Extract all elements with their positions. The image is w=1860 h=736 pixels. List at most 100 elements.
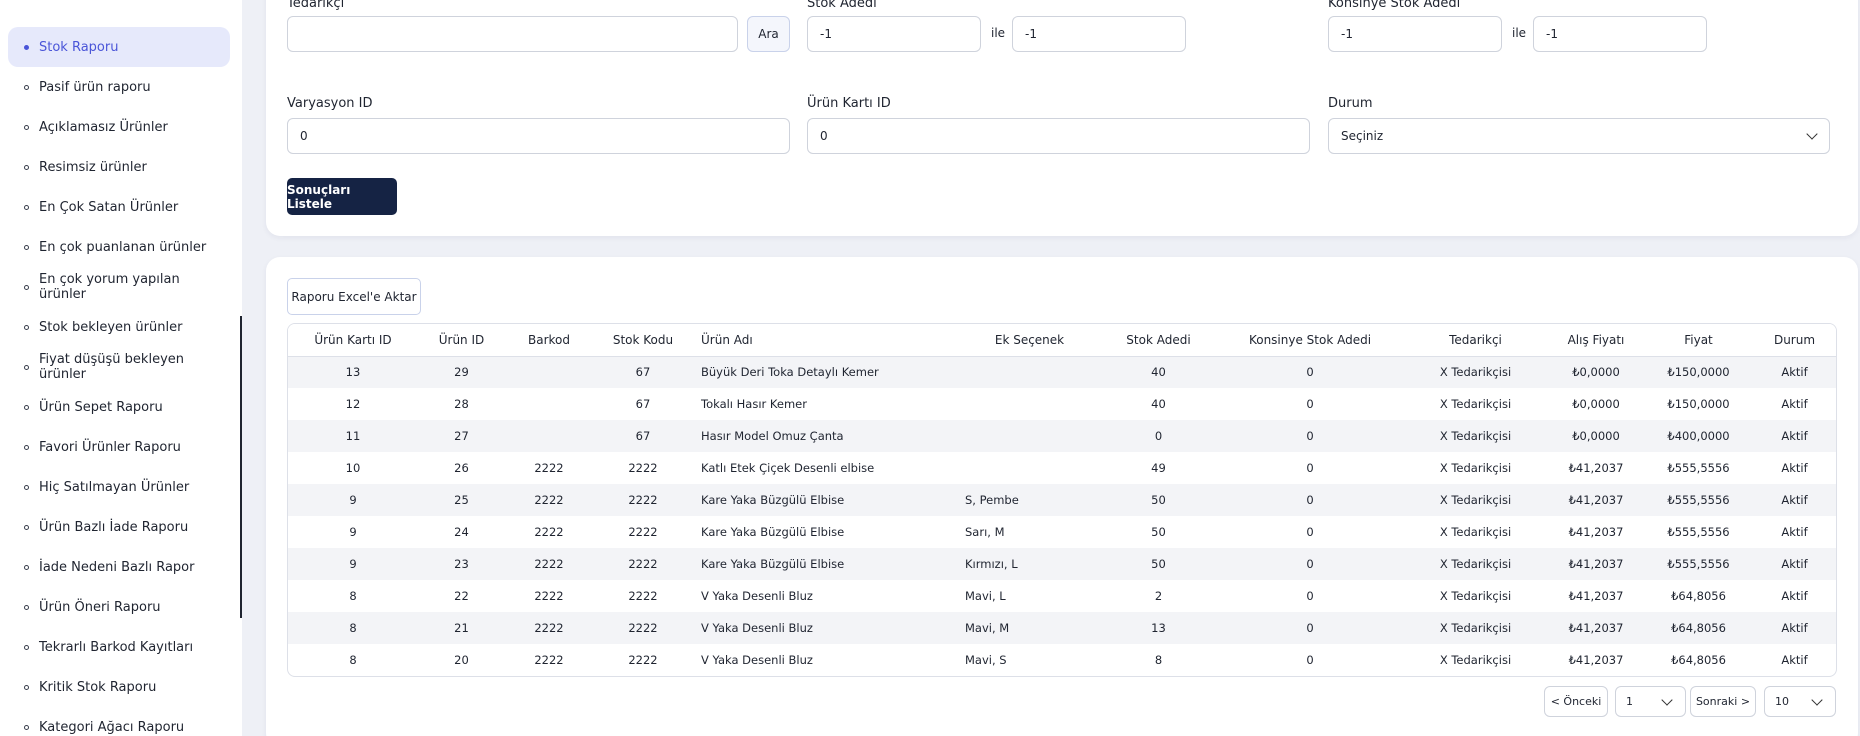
table-cell xyxy=(957,452,1102,484)
sidebar-item[interactable]: Pasif ürün raporu xyxy=(8,67,230,107)
stok-adedi-label: Stok Adedi xyxy=(807,0,877,11)
bullet-icon xyxy=(24,204,29,210)
table-cell: 2222 xyxy=(628,589,658,603)
table-cell: ₺0,0000 xyxy=(1546,420,1646,452)
column-header[interactable]: Fiyat xyxy=(1646,324,1751,357)
varyasyon-input[interactable]: 0 xyxy=(287,118,790,154)
column-header[interactable]: Durum xyxy=(1751,324,1836,357)
sidebar-scrollbar[interactable] xyxy=(240,316,242,618)
konsinye-label: Konsinye Stok Adedi xyxy=(1328,0,1461,11)
table-row[interactable]: 9 24 2222 2222 Kare Yaka Büzgülü Elbise Sarı,… xyxy=(288,516,1836,548)
sidebar-item-label: Favori Ürünler Raporu xyxy=(39,439,181,455)
table-row[interactable]: 13 29 67 Büyük Deri Toka Detaylı Kemer 40 0 X … xyxy=(288,356,1836,388)
konsinye-min-input[interactable]: -1 xyxy=(1328,16,1502,52)
table-cell: ₺64,8056 xyxy=(1646,612,1751,644)
sidebar-item[interactable]: Hiç Satılmayan Ürünler xyxy=(8,467,230,507)
sidebar-item[interactable]: Ürün Öneri Raporu xyxy=(8,587,230,627)
table-cell: X Tedarikçisi xyxy=(1439,589,1512,603)
table-cell: 23 xyxy=(418,548,505,580)
table-cell: ₺400,0000 xyxy=(1646,420,1751,452)
table-cell: 28 xyxy=(454,397,469,411)
stok-adedi-max-input[interactable]: -1 xyxy=(1012,16,1186,52)
table-cell: 2222 xyxy=(628,461,658,475)
sidebar-item[interactable]: Kritik Stok Raporu xyxy=(8,667,230,707)
filter-panel: Tedarikçi Ara Stok Adedi -1 ile -1 Konsi… xyxy=(266,0,1858,236)
column-header[interactable]: Barkod xyxy=(505,324,593,357)
konsinye-max-input[interactable]: -1 xyxy=(1533,16,1707,52)
sidebar-item-label: En çok puanlanan ürünler xyxy=(39,239,207,255)
table-cell: Aktif xyxy=(1781,589,1808,603)
table-cell: Kırmızı, L xyxy=(957,548,1102,580)
sidebar-item-label: Ürün Öneri Raporu xyxy=(39,599,161,615)
table-row[interactable]: 9 23 2222 2222 Kare Yaka Büzgülü Elbise Kırmı… xyxy=(288,548,1836,580)
table-cell: 10 xyxy=(345,461,361,475)
tedarikci-input[interactable] xyxy=(287,16,738,52)
table-cell xyxy=(957,420,1102,452)
page-size-select[interactable]: 10 xyxy=(1764,686,1836,717)
table-row[interactable]: 8 22 2222 2222 V Yaka Desenli Bluz Mavi, L20X… xyxy=(288,580,1836,612)
bullet-icon xyxy=(24,604,29,610)
page-select[interactable]: 1 xyxy=(1615,686,1686,717)
list-results-button[interactable]: Sonuçları Listele xyxy=(287,178,397,215)
column-header[interactable]: Tedarikçi xyxy=(1405,324,1546,357)
sidebar-item[interactable]: Açıklamasız Ürünler xyxy=(8,107,230,147)
table-cell xyxy=(957,356,1102,388)
sidebar-item[interactable]: Ürün Bazlı İade Raporu xyxy=(8,507,230,547)
table-cell: ₺41,2037 xyxy=(1546,548,1646,580)
sidebar-item[interactable]: Ürün Sepet Raporu xyxy=(8,387,230,427)
column-header[interactable]: Ürün Adı xyxy=(693,324,957,357)
sidebar-item[interactable]: Stok bekleyen ürünler xyxy=(8,307,230,347)
table-row[interactable]: 10 26 2222 2222 Katlı Etek Çiçek Desenli elb… xyxy=(288,452,1836,484)
table-cell: Kare Yaka Büzgülü Elbise xyxy=(693,484,957,516)
konsinye-ile-text: ile xyxy=(1512,26,1527,40)
table-cell: ₺41,2037 xyxy=(1568,525,1624,539)
table-cell: 2222 xyxy=(505,484,593,516)
column-header[interactable]: Ürün Kartı ID xyxy=(288,324,418,357)
page-size-value: 10 xyxy=(1775,695,1789,708)
export-excel-button[interactable]: Raporu Excel'e Aktar xyxy=(287,278,421,315)
table-cell: 67 xyxy=(635,397,651,411)
sidebar-item[interactable]: Tekrarlı Barkod Kayıtları xyxy=(8,627,230,667)
bullet-icon xyxy=(24,84,29,90)
table-cell: 8 xyxy=(288,612,418,644)
sidebar-item-label: Tekrarlı Barkod Kayıtları xyxy=(39,639,194,655)
table-cell: Kare Yaka Büzgülü Elbise xyxy=(701,525,845,539)
table-row[interactable]: 8 20 2222 2222 V Yaka Desenli Bluz Mavi, S 8 0 X… xyxy=(288,644,1836,676)
sidebar-item[interactable]: En çok yorum yapılan ürünler xyxy=(8,267,230,307)
table-cell: 0 xyxy=(1215,356,1405,388)
next-page-button[interactable]: Sonraki > xyxy=(1690,686,1756,717)
table-cell: V Yaka Desenli Bluz xyxy=(701,589,813,603)
column-header[interactable]: Stok Kodu xyxy=(593,324,693,357)
sidebar-item[interactable]: Kategori Ağacı Raporu xyxy=(8,707,230,736)
column-header[interactable]: Ek Seçenek xyxy=(957,324,1102,357)
table-row[interactable]: 8 21 2222 2222 V Yaka Desenli Bluz Mavi, M 13 0… xyxy=(288,612,1836,644)
table-cell: ₺41,2037 xyxy=(1546,484,1646,516)
table-cell: 22 xyxy=(454,589,469,603)
sidebar-item[interactable]: İade Nedeni Bazlı Rapor xyxy=(8,547,230,587)
column-header[interactable]: Konsinye Stok Adedi xyxy=(1215,324,1405,357)
ara-button[interactable]: Ara xyxy=(747,16,790,52)
column-header[interactable]: Alış Fiyatı xyxy=(1546,324,1646,357)
sidebar-item[interactable]: En çok puanlanan ürünler xyxy=(8,227,230,267)
durum-select[interactable]: Seçiniz xyxy=(1328,118,1830,154)
table-cell: X Tedarikçisi xyxy=(1405,484,1546,516)
stok-adedi-min-input[interactable]: -1 xyxy=(807,16,981,52)
prev-page-button[interactable]: < Önceki xyxy=(1544,686,1608,717)
stok-ile-text: ile xyxy=(991,26,1006,40)
table-row[interactable]: 12 28 67 Tokalı Hasır Kemer 40 0 X Tedarikçisi… xyxy=(288,388,1836,420)
sidebar-item[interactable]: En Çok Satan Ürünler xyxy=(8,187,230,227)
sidebar-item[interactable]: Resimsiz ürünler xyxy=(8,147,230,187)
table-cell: Hasır Model Omuz Çanta xyxy=(693,420,957,452)
table-cell: X Tedarikçisi xyxy=(1439,525,1512,539)
urun-karti-input[interactable]: 0 xyxy=(807,118,1310,154)
table-row[interactable]: 11 27 67 Hasır Model Omuz Çanta 0 0 X Tedarikç… xyxy=(288,420,1836,452)
table-cell: 50 xyxy=(1151,525,1166,539)
column-header[interactable]: Ürün ID xyxy=(418,324,505,357)
table-row[interactable]: 9 25 2222 2222 Kare Yaka Büzgülü Elbise S, Pe… xyxy=(288,484,1836,516)
sidebar-item[interactable]: Stok Raporu xyxy=(8,27,230,67)
table-cell: 29 xyxy=(418,356,505,388)
table-cell: 0 xyxy=(1306,525,1314,539)
column-header[interactable]: Stok Adedi xyxy=(1102,324,1215,357)
sidebar-item[interactable]: Fiyat düşüşü bekleyen ürünler xyxy=(8,347,230,387)
sidebar-item[interactable]: Favori Ürünler Raporu xyxy=(8,427,230,467)
